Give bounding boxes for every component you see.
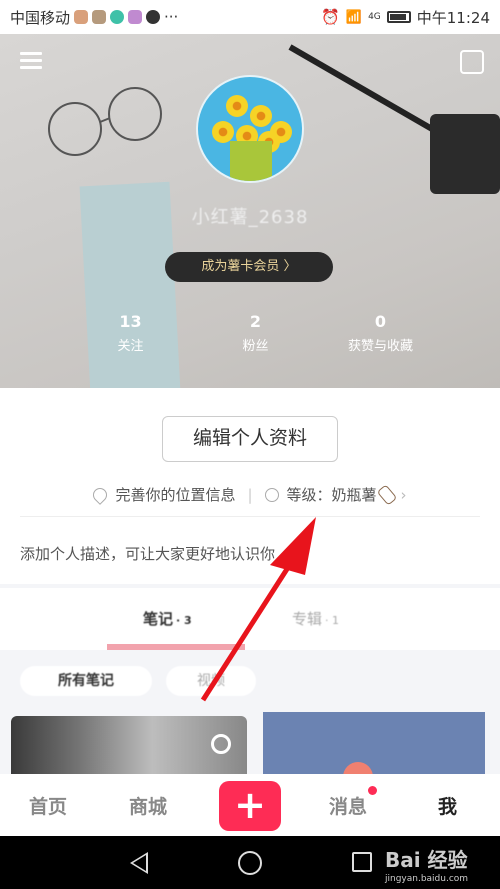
home-circle-icon[interactable] xyxy=(238,851,262,875)
stat-followers[interactable]: 2 粉丝 xyxy=(193,312,318,354)
content-tabs: 笔记 · 3 专辑 · 1 xyxy=(0,588,500,650)
location-icon xyxy=(90,484,111,505)
tab-count: · 1 xyxy=(325,614,340,627)
stat-label: 关注 xyxy=(117,339,144,354)
more-notifications: ··· xyxy=(164,8,179,26)
filter-all-notes[interactable]: 所有笔记 xyxy=(20,666,152,696)
arrow-head xyxy=(270,517,316,575)
tiktok-icon xyxy=(92,10,107,24)
watermark-brand: Bai 经验 xyxy=(385,848,468,872)
app-notification-icon xyxy=(74,10,89,24)
divider xyxy=(20,516,480,517)
stat-following[interactable]: 13 关注 xyxy=(68,312,193,354)
description-placeholder[interactable]: 添加个人描述，可让大家更好地认识你 xyxy=(20,543,275,564)
nav-home[interactable]: 首页 xyxy=(29,792,67,819)
vip-membership-button[interactable]: 成为薯卡会员 〉 xyxy=(165,252,333,282)
stat-label: 获赞与收藏 xyxy=(347,339,413,354)
level-link[interactable]: 等级：奶瓶薯 xyxy=(287,484,377,505)
stat-likes-collections[interactable]: 0 获赞与收藏 xyxy=(318,312,443,354)
watermark-url: jingyan.baidu.com xyxy=(385,874,469,884)
play-icon xyxy=(211,734,231,754)
network-type: 4G xyxy=(368,12,381,22)
unread-badge xyxy=(368,786,377,795)
nav-messages[interactable]: 消息 xyxy=(329,792,367,819)
tab-albums[interactable]: 专辑 · 1 xyxy=(292,608,339,629)
medal-icon xyxy=(264,487,279,502)
chat-bubble-icon xyxy=(146,10,161,24)
location-link[interactable]: 完善你的位置信息 xyxy=(115,484,235,505)
baby-bottle-icon xyxy=(376,483,397,506)
recent-apps-icon[interactable] xyxy=(352,852,372,872)
share-icon[interactable] xyxy=(460,50,484,74)
back-icon[interactable] xyxy=(130,852,148,874)
stat-value: 13 xyxy=(119,312,142,331)
stat-value: 2 xyxy=(249,312,262,331)
wifi-icon: 📶 xyxy=(345,9,363,25)
tab-label: 专辑 xyxy=(292,610,323,628)
alarm-icon: ⏰ xyxy=(321,8,340,26)
bottom-nav: 首页 商城 + 消息 我 xyxy=(0,774,500,836)
filter-videos[interactable]: 视频 xyxy=(166,666,256,696)
stat-label: 粉丝 xyxy=(242,339,269,354)
menu-icon[interactable] xyxy=(20,52,42,70)
background-glasses xyxy=(48,87,162,156)
avatar[interactable] xyxy=(196,75,304,183)
stat-value: 0 xyxy=(374,312,387,331)
username: 小红薯_2638 xyxy=(191,207,309,228)
battery-icon xyxy=(386,11,411,23)
status-bar: 中国移动 ··· ⏰ 📶 4G 中午11:24 xyxy=(0,0,500,34)
tab-count: · 3 xyxy=(176,614,192,627)
nav-shop[interactable]: 商城 xyxy=(129,792,167,819)
tab-label: 笔记 xyxy=(143,610,174,628)
background-camera xyxy=(430,114,500,194)
profile-stats: 13 关注 2 粉丝 0 获赞与收藏 xyxy=(0,312,500,354)
edit-profile-button[interactable]: 编辑个人资料 xyxy=(162,416,338,462)
separator: | xyxy=(247,485,253,504)
system-nav-bar: Bai 经验 jingyan.baidu.com xyxy=(0,836,500,889)
carrier-label: 中国移动 xyxy=(10,8,71,27)
info-line: 完善你的位置信息 | 等级：奶瓶薯 › xyxy=(0,483,500,506)
chevron-right-icon: › xyxy=(400,485,407,504)
app-notification-icon xyxy=(128,10,143,24)
create-post-button[interactable]: + xyxy=(219,781,281,831)
nav-me[interactable]: 我 xyxy=(438,792,457,819)
tab-notes[interactable]: 笔记 · 3 xyxy=(143,608,192,629)
clock: 中午11:24 xyxy=(416,8,490,27)
app-notification-icon xyxy=(110,10,125,24)
baidu-watermark: Bai 经验 jingyan.baidu.com xyxy=(385,844,468,884)
